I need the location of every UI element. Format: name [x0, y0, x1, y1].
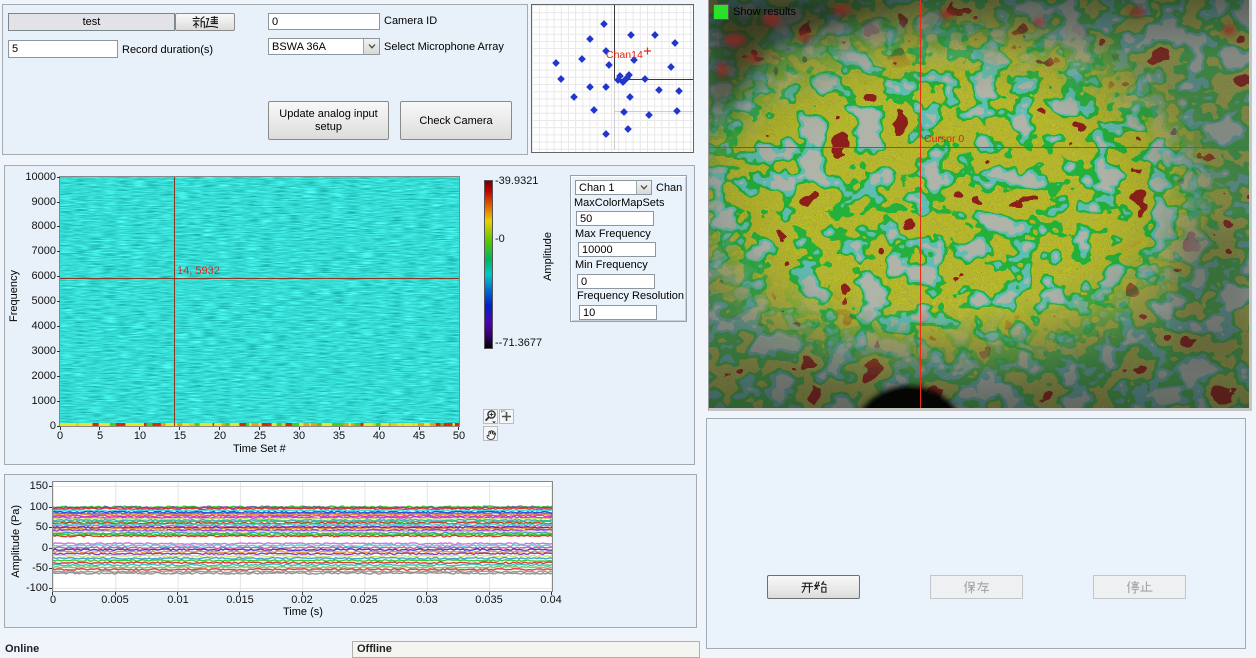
svg-text:Chan14: Chan14: [606, 49, 643, 61]
svg-text:14, 5932: 14, 5932: [177, 265, 220, 277]
svg-text:Cursor 0: Cursor 0: [924, 133, 964, 145]
